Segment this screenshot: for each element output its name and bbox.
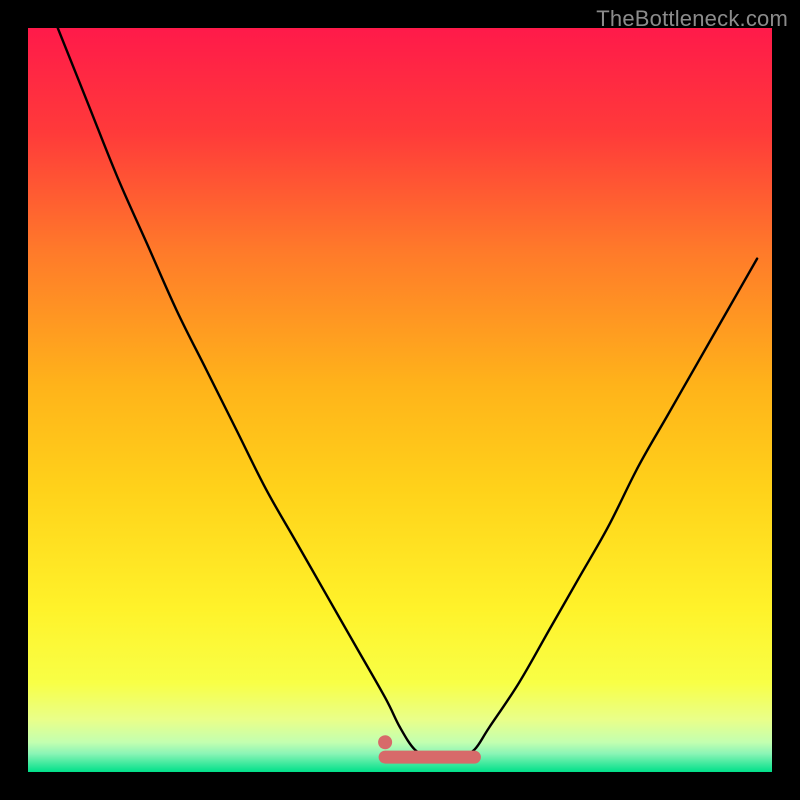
optimal-marker-dot xyxy=(378,735,392,749)
chart-frame xyxy=(28,28,772,772)
watermark-text: TheBottleneck.com xyxy=(596,6,788,32)
gradient-background xyxy=(28,28,772,772)
bottleneck-chart xyxy=(28,28,772,772)
